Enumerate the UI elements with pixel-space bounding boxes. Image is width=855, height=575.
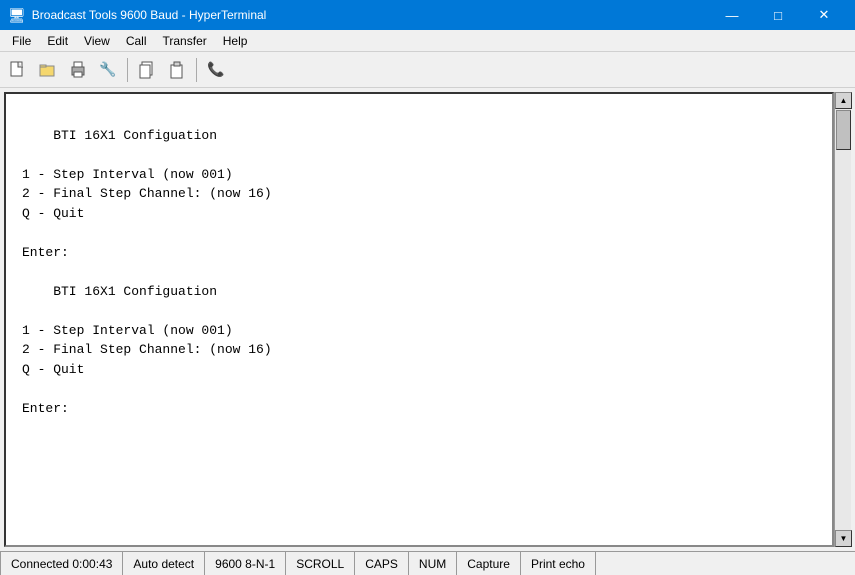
terminal-line-10: BTI 16X1 Configuation [22, 282, 816, 302]
terminal-line-9 [22, 262, 816, 282]
app-icon: 🖥 [8, 7, 26, 24]
print-button[interactable] [64, 56, 92, 84]
menu-help[interactable]: Help [215, 32, 256, 50]
title-bar-controls: — □ ✕ [709, 0, 847, 30]
menu-file[interactable]: File [4, 32, 39, 50]
terminal-line-1 [22, 106, 816, 126]
minimize-button[interactable]: — [709, 0, 755, 30]
title-bar-left: 🖥 Broadcast Tools 9600 Baud - HyperTermi… [8, 7, 266, 24]
terminal-line-3 [22, 145, 816, 165]
caps-status: CAPS [355, 552, 409, 575]
terminal-line-16: Enter: [22, 399, 816, 419]
down-arrow-icon: ▼ [840, 534, 848, 543]
close-button[interactable]: ✕ [801, 0, 847, 30]
terminal-line-6: Q - Quit [22, 204, 816, 224]
terminal[interactable]: BTI 16X1 Configuation 1 - Step Interval (… [4, 92, 834, 547]
dial-button[interactable]: 📞 [202, 56, 230, 84]
paste-button[interactable] [163, 56, 191, 84]
terminal-line-2: BTI 16X1 Configuation [22, 126, 816, 146]
baud-rate-status: 9600 8-N-1 [205, 552, 286, 575]
menu-view[interactable]: View [76, 32, 118, 50]
scroll-down-button[interactable]: ▼ [835, 530, 852, 547]
properties-button[interactable]: 🔧 [94, 56, 122, 84]
open-icon [39, 61, 57, 79]
scroll-up-button[interactable]: ▲ [835, 92, 852, 109]
terminal-line-8: Enter: [22, 243, 816, 263]
window-title: Broadcast Tools 9600 Baud - HyperTermina… [32, 8, 267, 22]
scrollbar-track[interactable] [835, 109, 851, 530]
new-button[interactable] [4, 56, 32, 84]
copy-icon [138, 61, 156, 79]
terminal-line-7 [22, 223, 816, 243]
terminal-line-13: 2 - Final Step Channel: (now 16) [22, 340, 816, 360]
main-area: BTI 16X1 Configuation 1 - Step Interval (… [0, 88, 855, 551]
scroll-status: SCROLL [286, 552, 355, 575]
terminal-line-14: Q - Quit [22, 360, 816, 380]
menu-bar: File Edit View Call Transfer Help [0, 30, 855, 52]
terminal-line-12: 1 - Step Interval (now 001) [22, 321, 816, 341]
menu-transfer[interactable]: Transfer [155, 32, 215, 50]
terminal-line-5: 2 - Final Step Channel: (now 16) [22, 184, 816, 204]
scrollbar-thumb[interactable] [836, 110, 851, 150]
menu-call[interactable]: Call [118, 32, 155, 50]
connection-status: Connected 0:00:43 [0, 552, 123, 575]
separator-2 [196, 58, 197, 82]
terminal-line-4: 1 - Step Interval (now 001) [22, 165, 816, 185]
up-arrow-icon: ▲ [840, 96, 848, 105]
copy-button[interactable] [133, 56, 161, 84]
terminal-content: BTI 16X1 Configuation 1 - Step Interval (… [22, 106, 816, 418]
terminal-line-15 [22, 379, 816, 399]
auto-detect-status: Auto detect [123, 552, 205, 575]
title-bar: 🖥 Broadcast Tools 9600 Baud - HyperTermi… [0, 0, 855, 30]
paste-icon [168, 61, 186, 79]
maximize-button[interactable]: □ [755, 0, 801, 30]
capture-status: Capture [457, 552, 521, 575]
scrollbar: ▲ ▼ [834, 92, 851, 547]
toolbar: 🔧 📞 [0, 52, 855, 88]
print-icon [69, 61, 87, 79]
status-bar: Connected 0:00:43 Auto detect 9600 8-N-1… [0, 551, 855, 575]
print-echo-status: Print echo [521, 552, 596, 575]
terminal-line-11 [22, 301, 816, 321]
separator-1 [127, 58, 128, 82]
new-icon [9, 61, 27, 79]
menu-edit[interactable]: Edit [39, 32, 76, 50]
num-status: NUM [409, 552, 457, 575]
open-button[interactable] [34, 56, 62, 84]
